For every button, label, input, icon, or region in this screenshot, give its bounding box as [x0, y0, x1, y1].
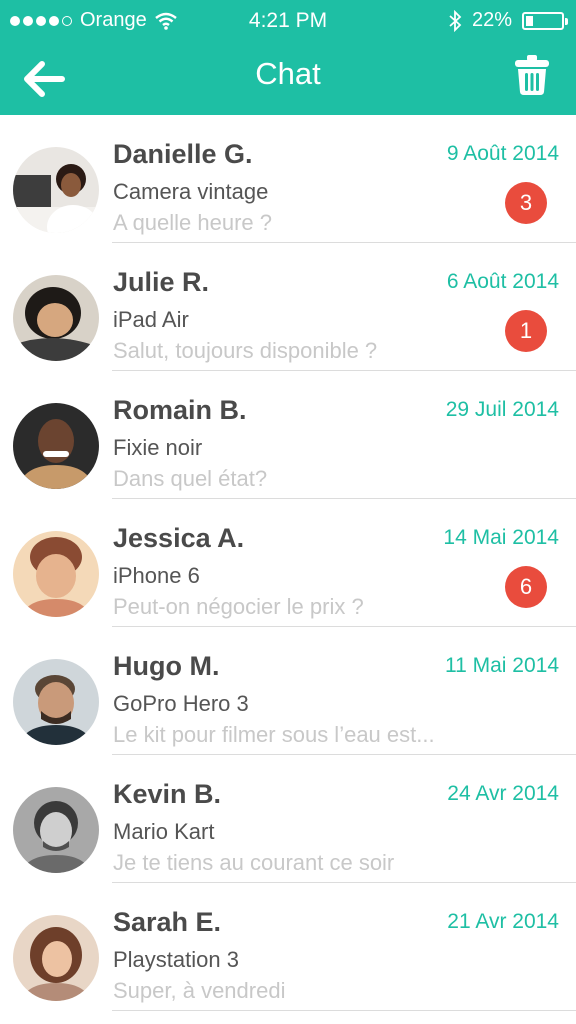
conversation-row[interactable]: Danielle G. Camera vintage A quelle heur…	[0, 115, 576, 243]
item-title: iPhone 6	[113, 563, 200, 588]
status-right: 22%	[448, 9, 568, 32]
contact-name: Hugo M.	[113, 651, 220, 681]
avatar	[13, 787, 99, 873]
conversation-row[interactable]: Romain B. Fixie noir Dans quel état? 29 …	[0, 371, 576, 499]
item-title: Mario Kart	[113, 819, 215, 844]
bluetooth-icon	[449, 9, 462, 32]
message-preview: Je te tiens au courant ce soir	[113, 850, 395, 875]
avatar	[13, 531, 99, 617]
message-preview: Peut-on négocier le prix ?	[113, 594, 364, 619]
unread-badge: 3	[505, 182, 547, 224]
conversation-row[interactable]: Kevin B. Mario Kart Je te tiens au coura…	[0, 755, 576, 883]
item-title: Fixie noir	[113, 435, 203, 460]
message-date: 11 Mai 2014	[444, 654, 559, 677]
contact-name: Romain B.	[113, 395, 247, 425]
avatar	[13, 403, 99, 489]
unread-badge: 6	[505, 566, 547, 608]
message-preview: Dans quel état?	[113, 466, 268, 491]
battery-percent: 22%	[471, 9, 512, 31]
status-bar: Orange 4:21 PM 22%	[0, 0, 576, 40]
contact-name: Kevin B.	[113, 779, 222, 809]
delete-button[interactable]	[514, 54, 550, 96]
conversation-row[interactable]: Jessica A. iPhone 6 Peut-on négocier le …	[0, 499, 576, 627]
item-title: Camera vintage	[113, 179, 269, 204]
unread-badge: 1	[505, 310, 547, 352]
message-preview: A quelle heure ?	[113, 210, 273, 235]
message-date: 29 Juil 2014	[445, 398, 559, 421]
contact-name: Jessica A.	[113, 523, 245, 553]
message-preview: Super, à vendredi	[113, 978, 286, 1003]
conversation-row[interactable]: Hugo M. GoPro Hero 3 Le kit pour filmer …	[0, 627, 576, 755]
battery-level	[526, 15, 534, 26]
message-date: 6 Août 2014	[446, 270, 559, 293]
divider	[112, 1010, 576, 1011]
item-title: GoPro Hero 3	[113, 691, 249, 716]
message-date: 21 Avr 2014	[447, 910, 559, 933]
contact-name: Danielle G.	[113, 139, 253, 169]
avatar	[13, 147, 99, 233]
avatar	[13, 275, 99, 361]
contact-name: Julie R.	[113, 267, 210, 297]
message-date: 9 Août 2014	[446, 142, 559, 165]
message-preview: Le kit pour filmer sous l’eau est...	[113, 722, 435, 747]
item-title: Playstation 3	[113, 947, 239, 972]
message-date: 24 Avr 2014	[447, 782, 559, 805]
avatar	[13, 915, 99, 1001]
conversation-list: Danielle G. Camera vintage A quelle heur…	[0, 115, 576, 1011]
nav-bar: Chat	[0, 40, 576, 115]
message-date: 14 Mai 2014	[443, 526, 559, 549]
battery-icon	[522, 11, 568, 30]
message-preview: Salut, toujours disponible ?	[113, 338, 378, 363]
trash-icon	[515, 55, 549, 95]
conversation-row[interactable]: Sarah E. Playstation 3 Super, à vendredi…	[0, 883, 576, 1011]
avatar	[13, 659, 99, 745]
contact-name: Sarah E.	[113, 907, 222, 937]
item-title: iPad Air	[113, 307, 189, 332]
conversation-row[interactable]: Julie R. iPad Air Salut, toujours dispon…	[0, 243, 576, 371]
page-title: Chat	[255, 56, 321, 91]
